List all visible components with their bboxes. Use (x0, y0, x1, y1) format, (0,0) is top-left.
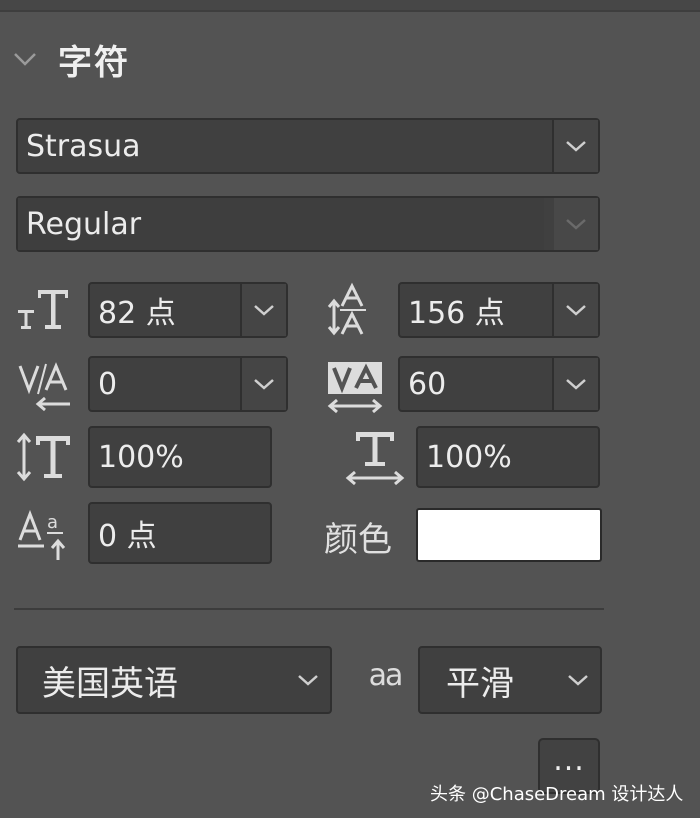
color-swatch[interactable] (416, 508, 602, 562)
leading-value[interactable]: 156 点 (400, 284, 552, 336)
tracking-icon (326, 360, 386, 416)
leading-icon (326, 282, 386, 340)
chevron-down-icon (566, 379, 586, 390)
font-size-dropdown[interactable]: 82 点 (88, 282, 288, 338)
baseline-shift-icon: a (16, 506, 76, 562)
watermark: 头条 @ChaseDream 设计达人 (430, 784, 684, 805)
chevron-down-icon (298, 675, 318, 686)
leading-dropdown-button[interactable] (552, 284, 598, 336)
more-options-label: ... (553, 742, 585, 778)
kerning-icon (16, 360, 76, 414)
chevron-down-icon (566, 219, 586, 230)
color-label: 颜色 (324, 520, 392, 560)
tracking-dropdown-button[interactable] (552, 358, 598, 410)
chevron-down-icon (254, 305, 274, 316)
antialias-dropdown-button[interactable] (556, 648, 600, 712)
chevron-down-icon (254, 379, 274, 390)
chevron-down-icon (566, 141, 586, 152)
font-family-dropdown-button[interactable] (552, 120, 598, 172)
antialias-dropdown[interactable]: 平滑 (418, 646, 602, 714)
font-family-dropdown[interactable]: Strasua (16, 118, 600, 174)
horizontal-scale-field[interactable]: 100% (416, 426, 600, 488)
panel-top-edge (0, 0, 700, 12)
language-value: 美国英语 (42, 663, 178, 704)
font-style-dropdown[interactable]: Regular (16, 196, 600, 252)
kerning-dropdown[interactable]: 0 (88, 356, 288, 412)
language-dropdown-button[interactable] (286, 648, 330, 712)
font-size-value[interactable]: 82 点 (90, 284, 240, 336)
language-dropdown[interactable]: 美国英语 (16, 646, 332, 714)
font-size-dropdown-button[interactable] (240, 284, 286, 336)
chevron-down-icon (566, 305, 586, 316)
section-title: 字符 (58, 42, 130, 83)
baseline-shift-field[interactable]: 0 点 (88, 502, 272, 564)
vertical-scale-field[interactable]: 100% (88, 426, 272, 488)
font-style-value: Regular (18, 198, 544, 250)
font-style-dropdown-button[interactable] (554, 198, 598, 250)
antialias-value: 平滑 (446, 663, 514, 704)
antialias-icon: aa (360, 650, 410, 700)
leading-dropdown[interactable]: 156 点 (398, 282, 600, 338)
horizontal-scale-icon (344, 428, 406, 490)
chevron-down-icon (568, 675, 588, 686)
antialias-icon-text: aa (368, 657, 404, 693)
kerning-value[interactable]: 0 (90, 358, 240, 410)
kerning-dropdown-button[interactable] (240, 358, 286, 410)
svg-text:a: a (47, 512, 58, 533)
chevron-down-icon[interactable] (12, 46, 38, 72)
section-divider (14, 608, 604, 610)
tracking-dropdown[interactable]: 60 (398, 356, 600, 412)
vertical-scale-icon (16, 430, 76, 484)
font-family-value: Strasua (26, 128, 141, 164)
font-size-icon (16, 284, 76, 336)
tracking-value[interactable]: 60 (400, 358, 552, 410)
character-section-header[interactable]: 字符 (12, 34, 130, 84)
